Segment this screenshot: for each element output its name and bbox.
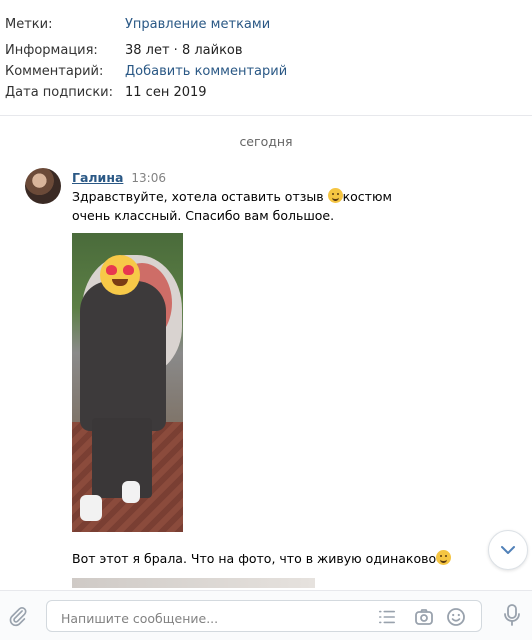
- emoji-mouth: [112, 279, 128, 286]
- info-label: Информация:: [5, 43, 98, 58]
- heart-eye: [123, 265, 134, 275]
- subscriber-info-panel: Метки: Управление метками Информация: 38…: [0, 0, 532, 116]
- message-header: Галина 13:06: [72, 170, 166, 187]
- manage-tags-link[interactable]: Управление метками: [125, 15, 270, 35]
- photo-attachment[interactable]: [72, 233, 183, 532]
- message-input[interactable]: [59, 607, 363, 629]
- info-row-subscription-date: Дата подписки: 11 сен 2019: [5, 83, 532, 103]
- info-value: 38 лет · 8 лайков: [125, 43, 243, 58]
- info-row-information: Информация: 38 лет · 8 лайков: [5, 41, 532, 61]
- heart-eyes-emoji-icon: [100, 255, 140, 295]
- info-row-comment: Комментарий: Добавить комментарий: [5, 62, 532, 82]
- message-time: 13:06: [131, 171, 166, 185]
- chevron-down-icon: [501, 546, 515, 554]
- smiling-emoji-icon: [436, 550, 452, 565]
- message-text: Здравствуйте, хотела оставить отзыв кост…: [72, 187, 422, 225]
- avatar[interactable]: [25, 168, 61, 204]
- shoe: [122, 481, 140, 503]
- date-separator: сегодня: [239, 134, 293, 149]
- info-label: Метки:: [5, 17, 53, 32]
- message-input-box[interactable]: [46, 600, 482, 632]
- microphone-icon[interactable]: [502, 603, 522, 627]
- template-list-icon[interactable]: [378, 608, 396, 626]
- message-text-part: Здравствуйте, хотела оставить отзыв: [72, 189, 328, 204]
- smile-icon[interactable]: [446, 607, 466, 627]
- info-value: 11 сен 2019: [125, 85, 207, 100]
- info-row-tags: Метки: Управление метками: [5, 15, 532, 35]
- info-label: Комментарий:: [5, 64, 104, 79]
- message-composer: [0, 590, 532, 640]
- scroll-down-button[interactable]: [488, 530, 528, 570]
- info-label: Дата подписки:: [5, 85, 114, 100]
- person-body: [80, 281, 166, 431]
- author-name[interactable]: Галина: [72, 170, 123, 185]
- message-text: Вот этот я брала. Что на фото, что в жив…: [72, 549, 452, 568]
- photo-attachment[interactable]: [72, 578, 315, 588]
- message-text-part: Вот этот я брала. Что на фото, что в жив…: [72, 551, 437, 566]
- heart-eye: [106, 265, 117, 275]
- paperclip-icon[interactable]: [7, 605, 29, 627]
- camera-icon[interactable]: [414, 607, 434, 627]
- shoe: [80, 495, 102, 521]
- smiling-emoji-icon: [327, 188, 343, 203]
- add-comment-link[interactable]: Добавить комментарий: [125, 62, 287, 82]
